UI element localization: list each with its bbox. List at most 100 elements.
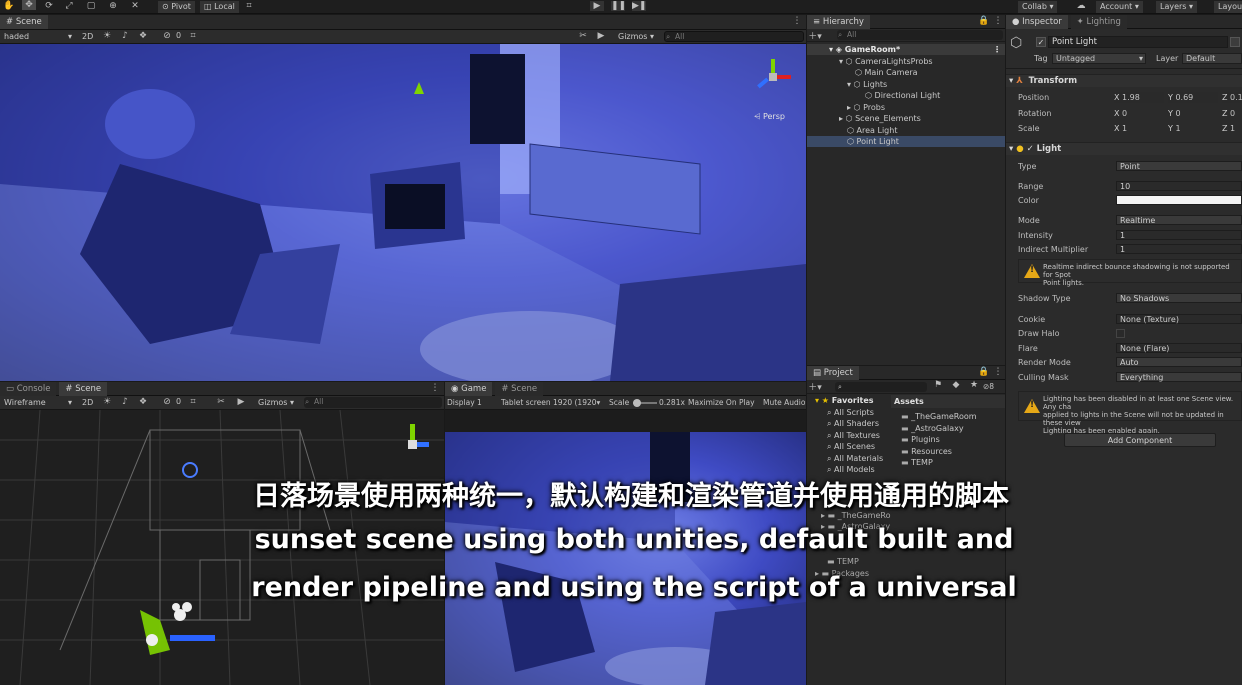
wireframe-dropdown[interactable]: Wireframe ▾ xyxy=(0,397,74,409)
bottom-orientation-gizmo[interactable] xyxy=(396,420,436,466)
tag-dropdown[interactable]: Untagged ▾ xyxy=(1052,53,1146,64)
asset-folder-astrogalaxy[interactable]: ▬ _AstroGalaxy xyxy=(901,423,964,434)
tab-game[interactable]: ◉ Game xyxy=(445,382,493,396)
menu-dots-icon[interactable]: ⋮ xyxy=(790,16,804,26)
rotation-y-field[interactable]: Y 0 xyxy=(1168,108,1218,119)
effects-toggle-icon[interactable]: ❖ xyxy=(136,397,150,407)
rotation-z-field[interactable]: Z 0 xyxy=(1222,108,1242,119)
tools-icon[interactable]: ✂ xyxy=(214,397,228,407)
tab-console[interactable]: ▭ Console xyxy=(0,382,57,396)
visibility-icon[interactable]: ⊘ xyxy=(160,31,174,41)
menu-dots-icon[interactable]: ⋮ xyxy=(991,367,1005,377)
render-mode-dropdown[interactable]: Auto xyxy=(1116,357,1242,367)
move-tool-icon[interactable]: ✥ xyxy=(22,0,36,10)
hierarchy-item-gameroom[interactable]: ▾ ◈ GameRoom* ⋮ xyxy=(807,44,1005,55)
resolution-dropdown[interactable]: Tablet screen 1920 (1920▾ xyxy=(501,396,600,409)
tab-hierarchy[interactable]: ≡ Hierarchy xyxy=(807,15,870,29)
hidden-packages-toggle[interactable]: ⊘8 xyxy=(983,382,994,391)
audio-toggle-icon[interactable]: ♪ xyxy=(118,31,132,41)
color-swatch[interactable] xyxy=(1116,195,1242,205)
gizmos-dropdown[interactable]: Gizmos ▾ xyxy=(254,397,298,409)
filter-label-icon[interactable]: ◆ xyxy=(949,380,963,390)
scale-slider-knob[interactable] xyxy=(633,399,641,407)
asset-folder-thegameroom[interactable]: ▬ _TheGameRoom xyxy=(901,411,977,422)
asset-folder-plugins[interactable]: ▬ Plugins xyxy=(901,434,940,445)
effects-toggle-icon[interactable]: ❖ xyxy=(136,31,150,41)
type-dropdown[interactable]: Point xyxy=(1116,161,1242,171)
scale-y-field[interactable]: Y 1 xyxy=(1168,123,1218,134)
maximize-on-play-toggle[interactable]: Maximize On Play xyxy=(688,396,755,409)
tree-temp[interactable]: ▬ TEMP xyxy=(827,556,859,567)
filter-type-icon[interactable]: ⚑ xyxy=(931,380,945,390)
lock-icon[interactable]: 🔒 xyxy=(977,367,991,377)
pause-button[interactable]: ❚❚ xyxy=(611,1,626,11)
flare-field[interactable]: None (Flare) xyxy=(1116,343,1242,353)
shadow-dropdown[interactable]: No Shadows xyxy=(1116,293,1242,303)
transform-header[interactable]: ▾ ⅄ Transform xyxy=(1006,74,1242,87)
hierarchy-item-main-camera[interactable]: ⬡ Main Camera xyxy=(855,67,918,78)
game-viewport[interactable] xyxy=(445,432,806,685)
intensity-field[interactable]: 1 xyxy=(1116,230,1242,240)
rect-tool-icon[interactable]: ▢ xyxy=(84,1,98,11)
hierarchy-item-scene-elements[interactable]: ▸ ⬡ Scene_Elements xyxy=(839,113,921,124)
light-header[interactable]: ▾ ● ✓ Light xyxy=(1006,142,1242,155)
menu-dots-icon[interactable]: ⋮ xyxy=(428,383,442,393)
object-name-field[interactable]: Point Light xyxy=(1048,36,1228,48)
toggle-2d-button[interactable]: 2D xyxy=(78,397,97,409)
tab-scene-game[interactable]: # Scene xyxy=(495,382,544,396)
tab-lighting[interactable]: ✦ Lighting xyxy=(1070,15,1127,29)
lighting-toggle-icon[interactable]: ☀ xyxy=(100,397,114,407)
bottom-scene-search[interactable]: ⌕ All xyxy=(304,397,442,408)
lock-icon[interactable]: 🔒 xyxy=(977,16,991,26)
favorites-all-textures[interactable]: ⌕ All Textures xyxy=(827,430,880,441)
camera-icon[interactable]: ▶ xyxy=(594,31,608,41)
hierarchy-item-lights[interactable]: ▾ ⬡ Lights xyxy=(847,79,887,90)
active-checkbox[interactable]: ✓ xyxy=(1036,37,1046,47)
pivot-button[interactable]: ⊙ Pivot xyxy=(158,1,195,13)
position-z-field[interactable]: Z 0.1 xyxy=(1222,92,1242,103)
scale-z-field[interactable]: Z 1 xyxy=(1222,123,1242,134)
visibility-icon[interactable]: ⊘ xyxy=(160,397,174,407)
light-gizmo-icon[interactable] xyxy=(414,82,424,94)
tab-scene-bottom[interactable]: # Scene xyxy=(59,382,108,396)
mode-dropdown[interactable]: Realtime xyxy=(1116,215,1242,225)
favorites-header[interactable]: ▾ ★ Favorites xyxy=(815,395,874,406)
layers-dropdown[interactable]: Layers ▾ xyxy=(1156,1,1198,13)
collab-dropdown[interactable]: Collab ▾ xyxy=(1018,1,1058,13)
add-component-button[interactable]: Add Component xyxy=(1064,433,1216,447)
cloud-icon[interactable]: ☁ xyxy=(1074,1,1088,11)
indirect-field[interactable]: 1 xyxy=(1116,244,1242,254)
toggle-2d-button[interactable]: 2D xyxy=(78,31,97,43)
audio-toggle-icon[interactable]: ♪ xyxy=(118,397,132,407)
shading-dropdown[interactable]: haded ▾ xyxy=(0,31,74,43)
tab-project[interactable]: ▤ Project xyxy=(807,366,859,380)
custom-tool-icon[interactable]: ✕ xyxy=(128,1,142,11)
scale-slider[interactable] xyxy=(633,399,657,407)
scale-x-field[interactable]: X 1 xyxy=(1114,123,1164,134)
rotation-x-field[interactable]: X 0 xyxy=(1114,108,1164,119)
tools-icon[interactable]: ✂ xyxy=(576,31,590,41)
favorites-all-materials[interactable]: ⌕ All Materials xyxy=(827,453,883,464)
gizmos-dropdown[interactable]: Gizmos ▾ xyxy=(614,31,658,43)
hierarchy-item-probs[interactable]: ▸ ⬡ Probs xyxy=(847,102,885,113)
create-add-icon[interactable]: ＋▾ xyxy=(808,29,822,42)
project-search-input[interactable]: ⌕ xyxy=(835,382,927,392)
layer-dropdown[interactable]: Default xyxy=(1182,53,1242,64)
static-checkbox[interactable] xyxy=(1230,37,1240,47)
light-enabled-checkbox[interactable]: ✓ xyxy=(1027,144,1034,154)
mute-audio-toggle[interactable]: Mute Audio xyxy=(763,396,805,409)
scene-viewport-3d[interactable]: ⩤ Persp xyxy=(0,44,806,381)
hand-tool-icon[interactable]: ✋ xyxy=(2,1,16,11)
cookie-field[interactable]: None (Texture) xyxy=(1116,314,1242,324)
hierarchy-item-cameralightsprobs[interactable]: ▾ ⬡ CameraLightsProbs xyxy=(839,56,933,67)
scene-search-input[interactable]: ⌕ All xyxy=(664,31,804,42)
position-x-field[interactable]: X 1.98 xyxy=(1114,92,1164,103)
scene-orientation-gizmo[interactable] xyxy=(752,56,794,98)
menu-dots-icon[interactable]: ⋮ xyxy=(991,16,1005,26)
persp-label[interactable]: ⩤ Persp xyxy=(754,112,785,122)
halo-checkbox[interactable] xyxy=(1116,329,1125,338)
range-field[interactable]: 10 xyxy=(1116,181,1242,191)
hierarchy-item-area-light[interactable]: ⬡ Area Light xyxy=(847,125,897,136)
favorites-all-shaders[interactable]: ⌕ All Shaders xyxy=(827,418,879,429)
menu-dots-icon[interactable]: ⋮ xyxy=(993,44,1001,55)
